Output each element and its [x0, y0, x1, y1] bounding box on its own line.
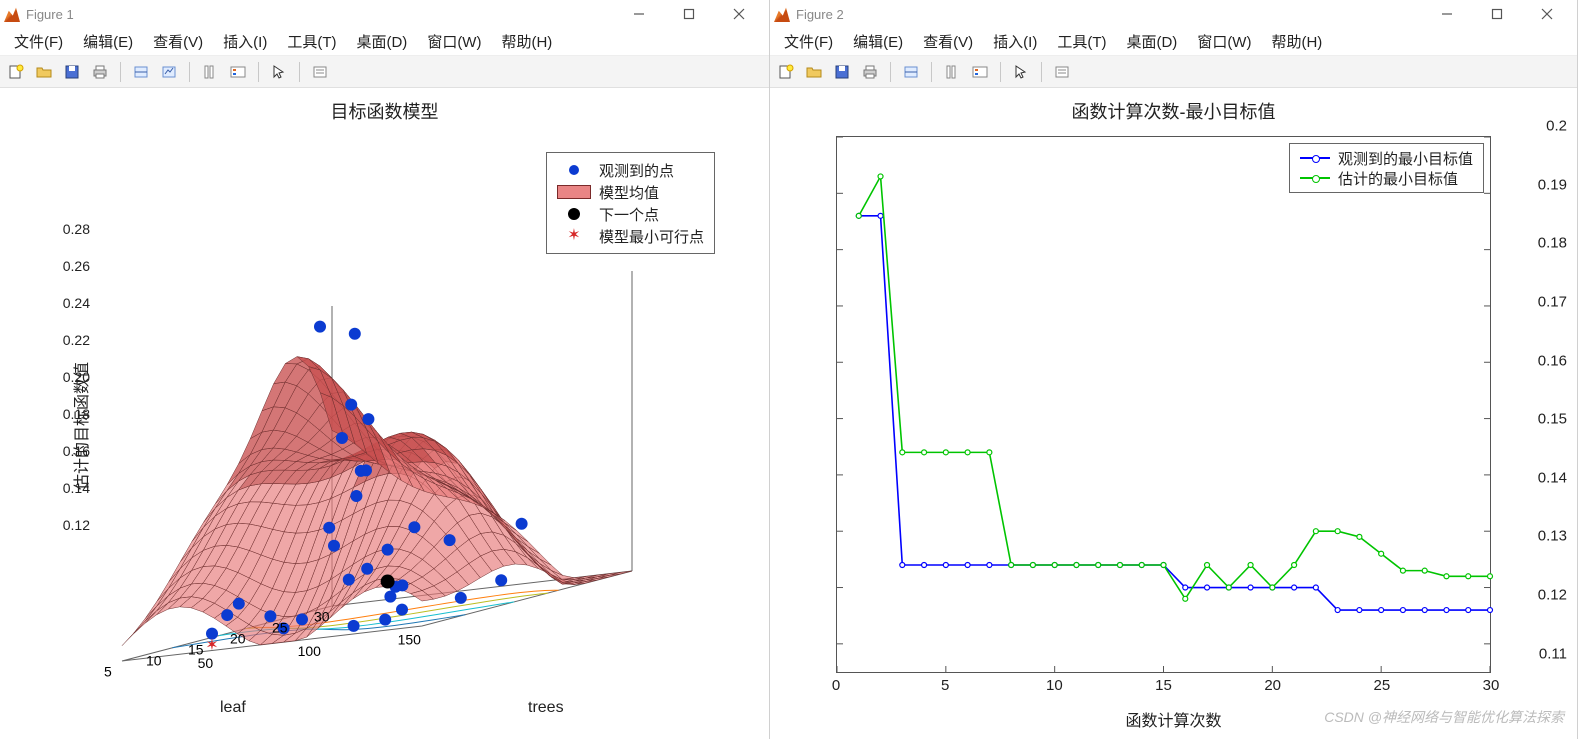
axes-2d[interactable]: 观测到的最小目标值 估计的最小目标值: [836, 136, 1491, 673]
menubar-2: 文件(F) 编辑(E) 查看(V) 插入(I) 工具(T) 桌面(D) 窗口(W…: [770, 28, 1577, 56]
menu-tools[interactable]: 工具(T): [1049, 29, 1114, 54]
menu-view[interactable]: 查看(V): [915, 29, 981, 54]
chart1-xlabel: leaf: [220, 699, 246, 717]
menubar-1: 文件(F) 编辑(E) 查看(V) 插入(I) 工具(T) 桌面(D) 窗口(W…: [0, 28, 769, 56]
svg-text:150: 150: [398, 632, 422, 648]
menu-file[interactable]: 文件(F): [776, 29, 841, 54]
chart2-xlabel: 函数计算次数: [770, 707, 1577, 731]
matlab-icon: [4, 6, 20, 22]
menu-edit[interactable]: 编辑(E): [845, 29, 911, 54]
blue-line-icon: [1300, 157, 1330, 159]
chart2-xticks: 051015202530: [836, 677, 1491, 697]
edit-plot-icon[interactable]: [308, 60, 332, 84]
datacursor-icon[interactable]: [129, 60, 153, 84]
save-icon[interactable]: [60, 60, 84, 84]
svg-text:25: 25: [272, 619, 288, 635]
colorbar-icon[interactable]: [940, 60, 964, 84]
axes-3d[interactable]: 估计的目标函数值 0.280.260.240.220.200.180.160.1…: [20, 132, 749, 719]
print-icon[interactable]: [88, 60, 112, 84]
axes-2d-container: 函数计算次数-最小目标值 观测到的最小目标值 估计的最小目标值 0.110.12…: [770, 88, 1577, 739]
menu-help[interactable]: 帮助(H): [493, 29, 560, 54]
menu-edit[interactable]: 编辑(E): [75, 29, 141, 54]
datacursor-icon[interactable]: [899, 60, 923, 84]
link-icon[interactable]: [157, 60, 181, 84]
menu-insert[interactable]: 插入(I): [215, 29, 275, 54]
legend-observed-min: 观测到的最小目标值: [1300, 148, 1473, 168]
legend-label: 下一个点: [599, 204, 659, 225]
legend-label: 模型最小可行点: [599, 226, 704, 247]
legend-label: 观测到的点: [599, 160, 674, 181]
menu-desktop[interactable]: 桌面(D): [348, 29, 415, 54]
colorbar-icon[interactable]: [198, 60, 222, 84]
matlab-icon: [774, 6, 790, 22]
titlebar-2: Figure 2: [770, 0, 1577, 28]
menu-view[interactable]: 查看(V): [145, 29, 211, 54]
surface-plot: ✶3025201510550100150: [102, 206, 702, 676]
menu-file[interactable]: 文件(F): [6, 29, 71, 54]
window-title-1: Figure 1: [26, 7, 74, 22]
red-patch-icon: [557, 185, 591, 199]
chart2-legend[interactable]: 观测到的最小目标值 估计的最小目标值: [1289, 143, 1484, 193]
green-line-icon: [1300, 177, 1330, 179]
toolbar-1: [0, 56, 769, 88]
legend-icon[interactable]: [226, 60, 250, 84]
chart1-zticks: 0.280.260.240.220.200.180.160.140.12: [50, 222, 90, 555]
new-figure-icon[interactable]: [774, 60, 798, 84]
chart1-title: 目标函数模型: [0, 88, 769, 122]
svg-text:100: 100: [298, 643, 322, 659]
menu-insert[interactable]: 插入(I): [985, 29, 1045, 54]
svg-text:10: 10: [146, 652, 162, 668]
minimize-button[interactable]: [1425, 0, 1469, 28]
chart1-legend[interactable]: 观测到的点 模型均值 下一个点 ✶ 模型最小可行点: [546, 152, 715, 254]
edit-plot-icon[interactable]: [1050, 60, 1074, 84]
axes-3d-container: 目标函数模型 估计的目标函数值 0.280.260.240.220.200.18…: [0, 88, 769, 739]
svg-text:30: 30: [314, 608, 330, 624]
legend-label: 观测到的最小目标值: [1338, 148, 1473, 169]
maximize-button[interactable]: [1475, 0, 1519, 28]
menu-window[interactable]: 窗口(W): [419, 29, 489, 54]
pointer-icon[interactable]: [267, 60, 291, 84]
save-icon[interactable]: [830, 60, 854, 84]
legend-model-mean: 模型均值: [557, 181, 704, 203]
legend-label: 估计的最小目标值: [1338, 168, 1458, 189]
pointer-icon[interactable]: [1009, 60, 1033, 84]
figure-window-1: Figure 1 文件(F) 编辑(E) 查看(V) 插入(I) 工具(T) 桌…: [0, 0, 770, 739]
figure-window-2: Figure 2 文件(F) 编辑(E) 查看(V) 插入(I) 工具(T) 桌…: [770, 0, 1578, 739]
svg-text:50: 50: [198, 655, 214, 671]
titlebar-1: Figure 1: [0, 0, 769, 28]
legend-estimated-min: 估计的最小目标值: [1300, 168, 1473, 188]
menu-help[interactable]: 帮助(H): [1263, 29, 1330, 54]
chart2-yticks: 0.110.120.130.140.150.160.170.180.190.2: [1497, 126, 1567, 683]
close-button[interactable]: [1525, 0, 1569, 28]
red-star-icon: ✶: [557, 229, 591, 243]
menu-desktop[interactable]: 桌面(D): [1118, 29, 1185, 54]
blue-dot-icon: [557, 163, 591, 177]
chart1-ylabel: trees: [528, 699, 564, 717]
legend-icon[interactable]: [968, 60, 992, 84]
toolbar-2: [770, 56, 1577, 88]
maximize-button[interactable]: [667, 0, 711, 28]
legend-label: 模型均值: [599, 182, 659, 203]
legend-next-point: 下一个点: [557, 203, 704, 225]
open-icon[interactable]: [32, 60, 56, 84]
black-dot-icon: [557, 207, 591, 221]
window-title-2: Figure 2: [796, 7, 844, 22]
menu-window[interactable]: 窗口(W): [1189, 29, 1259, 54]
print-icon[interactable]: [858, 60, 882, 84]
open-icon[interactable]: [802, 60, 826, 84]
new-figure-icon[interactable]: [4, 60, 28, 84]
chart2-title: 函数计算次数-最小目标值: [770, 88, 1577, 122]
svg-text:✶: ✶: [205, 637, 218, 654]
legend-observed-points: 观测到的点: [557, 159, 704, 181]
legend-min-feasible: ✶ 模型最小可行点: [557, 225, 704, 247]
minimize-button[interactable]: [617, 0, 661, 28]
close-button[interactable]: [717, 0, 761, 28]
svg-text:20: 20: [230, 630, 246, 646]
menu-tools[interactable]: 工具(T): [279, 29, 344, 54]
svg-text:5: 5: [104, 663, 112, 679]
